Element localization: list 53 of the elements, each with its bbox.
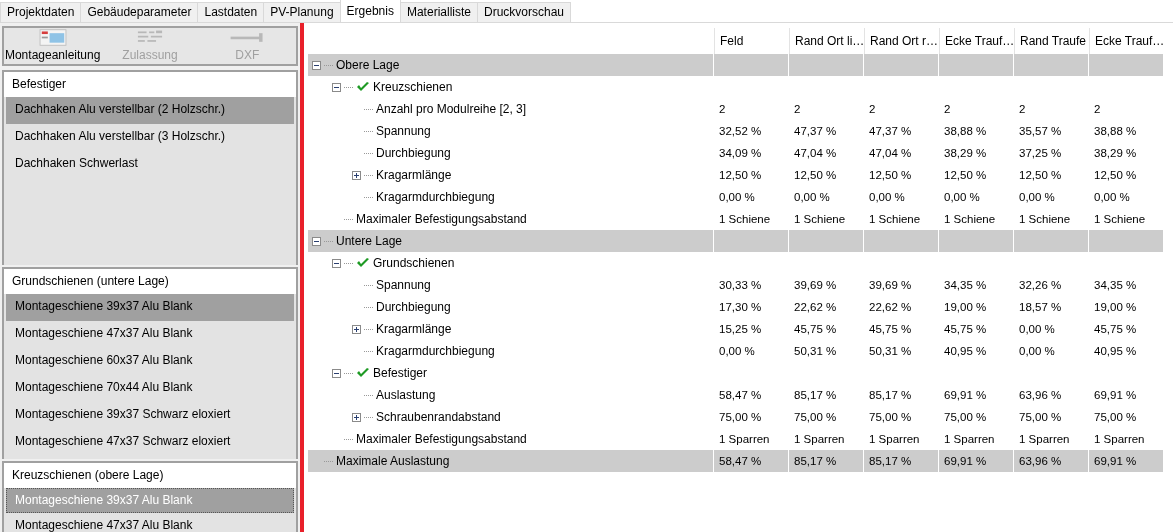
row-label: Grundschienen	[373, 256, 455, 270]
tab[interactable]: Druckvorschau	[477, 2, 571, 22]
row-label: Spannung	[376, 278, 431, 292]
list-item[interactable]: Montageschiene 60x37 Alu Blank	[6, 348, 294, 375]
row-label: Befestiger	[373, 366, 428, 380]
collapse-icon[interactable]	[312, 60, 321, 70]
list-item[interactable]: Montageschiene 39x37 Schwarz eloxiert	[6, 402, 294, 429]
table-cell: 58,47 %	[714, 450, 788, 472]
list-item[interactable]: Montageschiene 47x37 Schwarz eloxiert	[6, 429, 294, 456]
row-label: Kragarmdurchbiegung	[376, 344, 495, 358]
row-label: Spannung	[376, 124, 431, 138]
collapse-icon[interactable]	[312, 236, 321, 246]
row-label: Anzahl pro Modulreihe [2, 3]	[376, 102, 527, 116]
toolbar-button[interactable]: Montageanleitung	[4, 28, 102, 64]
table-cell: 69,91 %	[1089, 450, 1163, 472]
row-label: Maximale Auslastung	[336, 454, 450, 468]
tab[interactable]: Gebäudeparameter	[80, 2, 199, 22]
collapse-icon[interactable]	[332, 368, 341, 378]
collapse-icon[interactable]	[332, 82, 341, 92]
list-item[interactable]: Dachhaken Alu verstellbar (3 Holzschr.)	[6, 124, 294, 151]
tab[interactable]: Projektdaten	[0, 2, 82, 22]
row-label: Obere Lage	[336, 58, 400, 72]
expand-icon[interactable]	[352, 412, 361, 422]
list-item[interactable]: Montageschiene 39x37 Alu Blank	[6, 294, 294, 321]
tab[interactable]: Lastdaten	[197, 2, 265, 22]
tab[interactable]: PV-Planung	[263, 2, 341, 22]
row-label: Kragarmlänge	[376, 168, 452, 182]
list-item[interactable]: Dachhaken Alu verstellbar (2 Holzschr.)	[6, 97, 294, 124]
list-item[interactable]: Montageschiene 47x37 Alu Blank	[6, 321, 294, 348]
list-title: Kreuzschienen (obere Lage)	[4, 463, 296, 488]
table-cell: 63,96 %	[1014, 450, 1088, 472]
list-item[interactable]: Montageschiene 47x37 Alu Blank	[6, 513, 294, 532]
row-label: Untere Lage	[336, 234, 403, 248]
list-item[interactable]: Dachhaken Schwerlast	[6, 151, 294, 178]
row-label: Auslastung	[376, 388, 436, 402]
row-label: Maximaler Befestigungsabstand	[356, 212, 527, 226]
row-label: Kragarmlänge	[376, 322, 452, 336]
expand-icon[interactable]	[352, 324, 361, 334]
table-cell: 69,91 %	[939, 450, 1013, 472]
table-cell: 85,17 %	[789, 450, 863, 472]
row-label: Schraubenrandabstand	[376, 410, 501, 424]
list-item[interactable]: Montageschiene 70x44 Alu Blank	[6, 375, 294, 402]
list-title: Grundschienen (untere Lage)	[4, 269, 296, 294]
table-cell: 85,17 %	[864, 450, 938, 472]
row-label: Durchbiegung	[376, 146, 451, 160]
row-label: Kragarmdurchbiegung	[376, 190, 495, 204]
expand-icon[interactable]	[352, 170, 361, 180]
row-label: Maximaler Befestigungsabstand	[356, 432, 527, 446]
collapse-icon[interactable]	[332, 258, 341, 268]
row-label: Kreuzschienen	[373, 80, 453, 94]
row-label: Durchbiegung	[376, 300, 451, 314]
tab[interactable]: Materialliste	[399, 2, 478, 22]
list-title: Befestiger	[4, 72, 296, 97]
